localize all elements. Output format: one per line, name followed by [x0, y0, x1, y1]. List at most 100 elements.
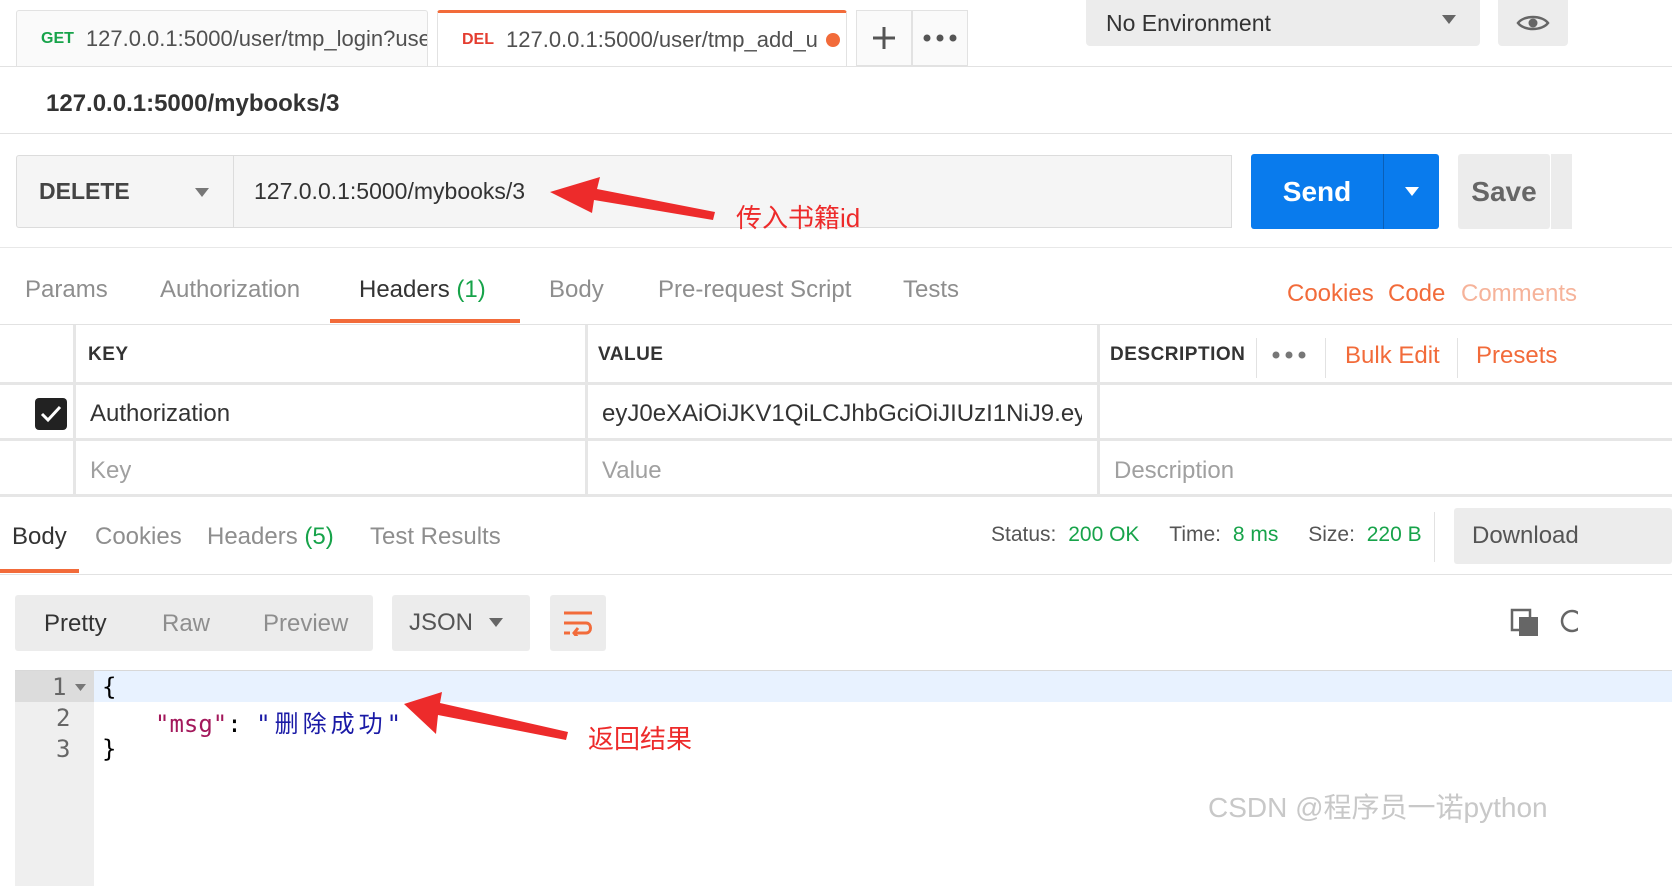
row-line — [0, 382, 1672, 385]
response-tab-cookies[interactable]: Cookies — [95, 523, 182, 551]
request-tab-delete[interactable]: DEL 127.0.0.1:5000/user/tmp_add_us — [437, 10, 847, 66]
divider — [0, 133, 1672, 134]
new-value-input[interactable]: Value — [602, 457, 662, 485]
copy-icon — [1510, 608, 1538, 636]
tab-params[interactable]: Params — [25, 276, 108, 322]
watermark: CSDN @程序员一诺python — [1208, 792, 1548, 823]
divider — [1256, 338, 1257, 378]
send-button[interactable]: Send — [1251, 154, 1383, 229]
comments-link[interactable]: Comments — [1461, 280, 1577, 308]
tab-url: 127.0.0.1:5000/user/tmp_login?user — [85, 25, 428, 51]
save-button[interactable]: Save — [1458, 154, 1550, 229]
line-number: 1 — [52, 673, 67, 701]
tab-authorization[interactable]: Authorization — [160, 276, 300, 322]
tab-bar-bottom-line — [0, 66, 1672, 67]
annotation-request: 传入书籍id — [736, 203, 861, 233]
environment-quick-look-button[interactable] — [1498, 0, 1568, 46]
format-label: JSON — [409, 609, 474, 636]
column-header-value: VALUE — [598, 344, 664, 365]
view-pretty-button[interactable]: Pretty — [44, 610, 107, 638]
tab-prerequest-script[interactable]: Pre-request Script — [658, 276, 851, 322]
active-line-highlight — [15, 671, 1672, 702]
col-line — [73, 325, 76, 497]
view-preview-button[interactable]: Preview — [263, 610, 348, 638]
url-input-value: 127.0.0.1:5000/mybooks/3 — [254, 178, 526, 204]
cookies-link[interactable]: Cookies — [1287, 280, 1374, 308]
column-header-key: KEY — [88, 344, 129, 365]
wrap-text-icon — [564, 611, 592, 636]
size-value: 220 B — [1366, 523, 1422, 546]
json-colon: : — [227, 710, 257, 738]
tab-headers[interactable]: Headers (1) — [359, 276, 486, 322]
eye-icon — [1516, 15, 1550, 31]
status-value: 200 OK — [1068, 523, 1140, 546]
chevron-down-icon — [1442, 15, 1456, 24]
presets-link[interactable]: Presets — [1476, 342, 1557, 370]
active-tab-indicator — [330, 319, 520, 323]
time-label: Time: — [1169, 523, 1222, 546]
response-tab-headers-label: Headers — [207, 523, 298, 550]
response-tab-headers[interactable]: Headers (5) — [207, 523, 334, 551]
header-enabled-checkbox[interactable] — [35, 398, 67, 430]
more-horizontal-icon — [1272, 351, 1306, 359]
chevron-down-icon — [195, 188, 209, 197]
line-number: 3 — [56, 735, 71, 763]
response-tab-body[interactable]: Body — [12, 523, 67, 551]
header-value-cell[interactable]: eyJ0eXAiOiJKV1QiLCJhbGciOiJIUzI1NiJ9.eyJ… — [602, 400, 1082, 428]
tab-url: 127.0.0.1:5000/user/tmp_add_us — [506, 26, 818, 52]
copy-response-button[interactable] — [1510, 608, 1540, 643]
request-tab-get[interactable]: GET 127.0.0.1:5000/user/tmp_login?user — [16, 10, 428, 66]
table-options-button[interactable] — [1272, 346, 1306, 364]
response-headers-count: (5) — [304, 523, 334, 550]
tab-headers-count: (1) — [456, 276, 486, 303]
download-button[interactable]: Download — [1454, 508, 1672, 564]
new-key-input[interactable]: Key — [90, 457, 131, 485]
time-value: 8 ms — [1232, 523, 1279, 546]
annotation-arrow-icon — [404, 692, 568, 740]
json-string-value: "删除成功" — [256, 710, 406, 738]
bulk-edit-link[interactable]: Bulk Edit — [1345, 342, 1440, 370]
search-response-button[interactable] — [1558, 608, 1584, 643]
download-label: Download — [1472, 522, 1579, 549]
new-tab-button[interactable] — [856, 10, 912, 66]
divider — [0, 574, 1672, 575]
divider — [1457, 338, 1458, 378]
code-line-3: } — [102, 735, 117, 763]
save-options-button[interactable] — [1551, 154, 1572, 229]
response-tab-test-results[interactable]: Test Results — [370, 523, 501, 551]
url-input[interactable]: 127.0.0.1:5000/mybooks/3 — [234, 155, 1232, 228]
search-icon — [1560, 609, 1584, 633]
divider — [1434, 512, 1435, 562]
tab-tests[interactable]: Tests — [903, 276, 959, 322]
send-options-button[interactable] — [1383, 154, 1439, 229]
more-horizontal-icon — [923, 34, 957, 42]
send-label: Send — [1282, 175, 1352, 207]
header-description-cell[interactable] — [1100, 386, 1672, 438]
view-raw-button[interactable]: Raw — [162, 610, 210, 638]
code-line-1: { — [102, 673, 117, 701]
active-tab-indicator — [0, 569, 79, 573]
json-key: "msg" — [155, 710, 228, 738]
line-gutter — [15, 671, 94, 886]
divider — [1325, 338, 1326, 378]
fold-arrow-icon[interactable] — [75, 684, 86, 692]
tab-body[interactable]: Body — [549, 276, 604, 322]
tab-options-button[interactable] — [912, 10, 968, 66]
status-label: Status: — [991, 523, 1057, 546]
new-description-input[interactable]: Description — [1114, 457, 1234, 485]
code-editor[interactable] — [15, 670, 1672, 886]
environment-label: No Environment — [1106, 9, 1271, 36]
tab-headers-label: Headers — [359, 276, 450, 303]
method-badge-delete: DEL — [462, 30, 494, 48]
environment-dropdown[interactable]: No Environment — [1086, 0, 1480, 46]
plus-icon — [873, 27, 895, 49]
format-select[interactable]: JSON — [392, 595, 530, 651]
method-select[interactable]: DELETE — [16, 155, 234, 228]
size-label: Size: — [1308, 523, 1355, 546]
method-label: DELETE — [39, 178, 130, 204]
wrap-lines-button[interactable] — [550, 595, 606, 651]
save-label: Save — [1471, 175, 1537, 207]
code-link[interactable]: Code — [1388, 280, 1445, 308]
header-key-cell[interactable]: Authorization — [90, 400, 230, 428]
row-line — [0, 438, 1672, 441]
